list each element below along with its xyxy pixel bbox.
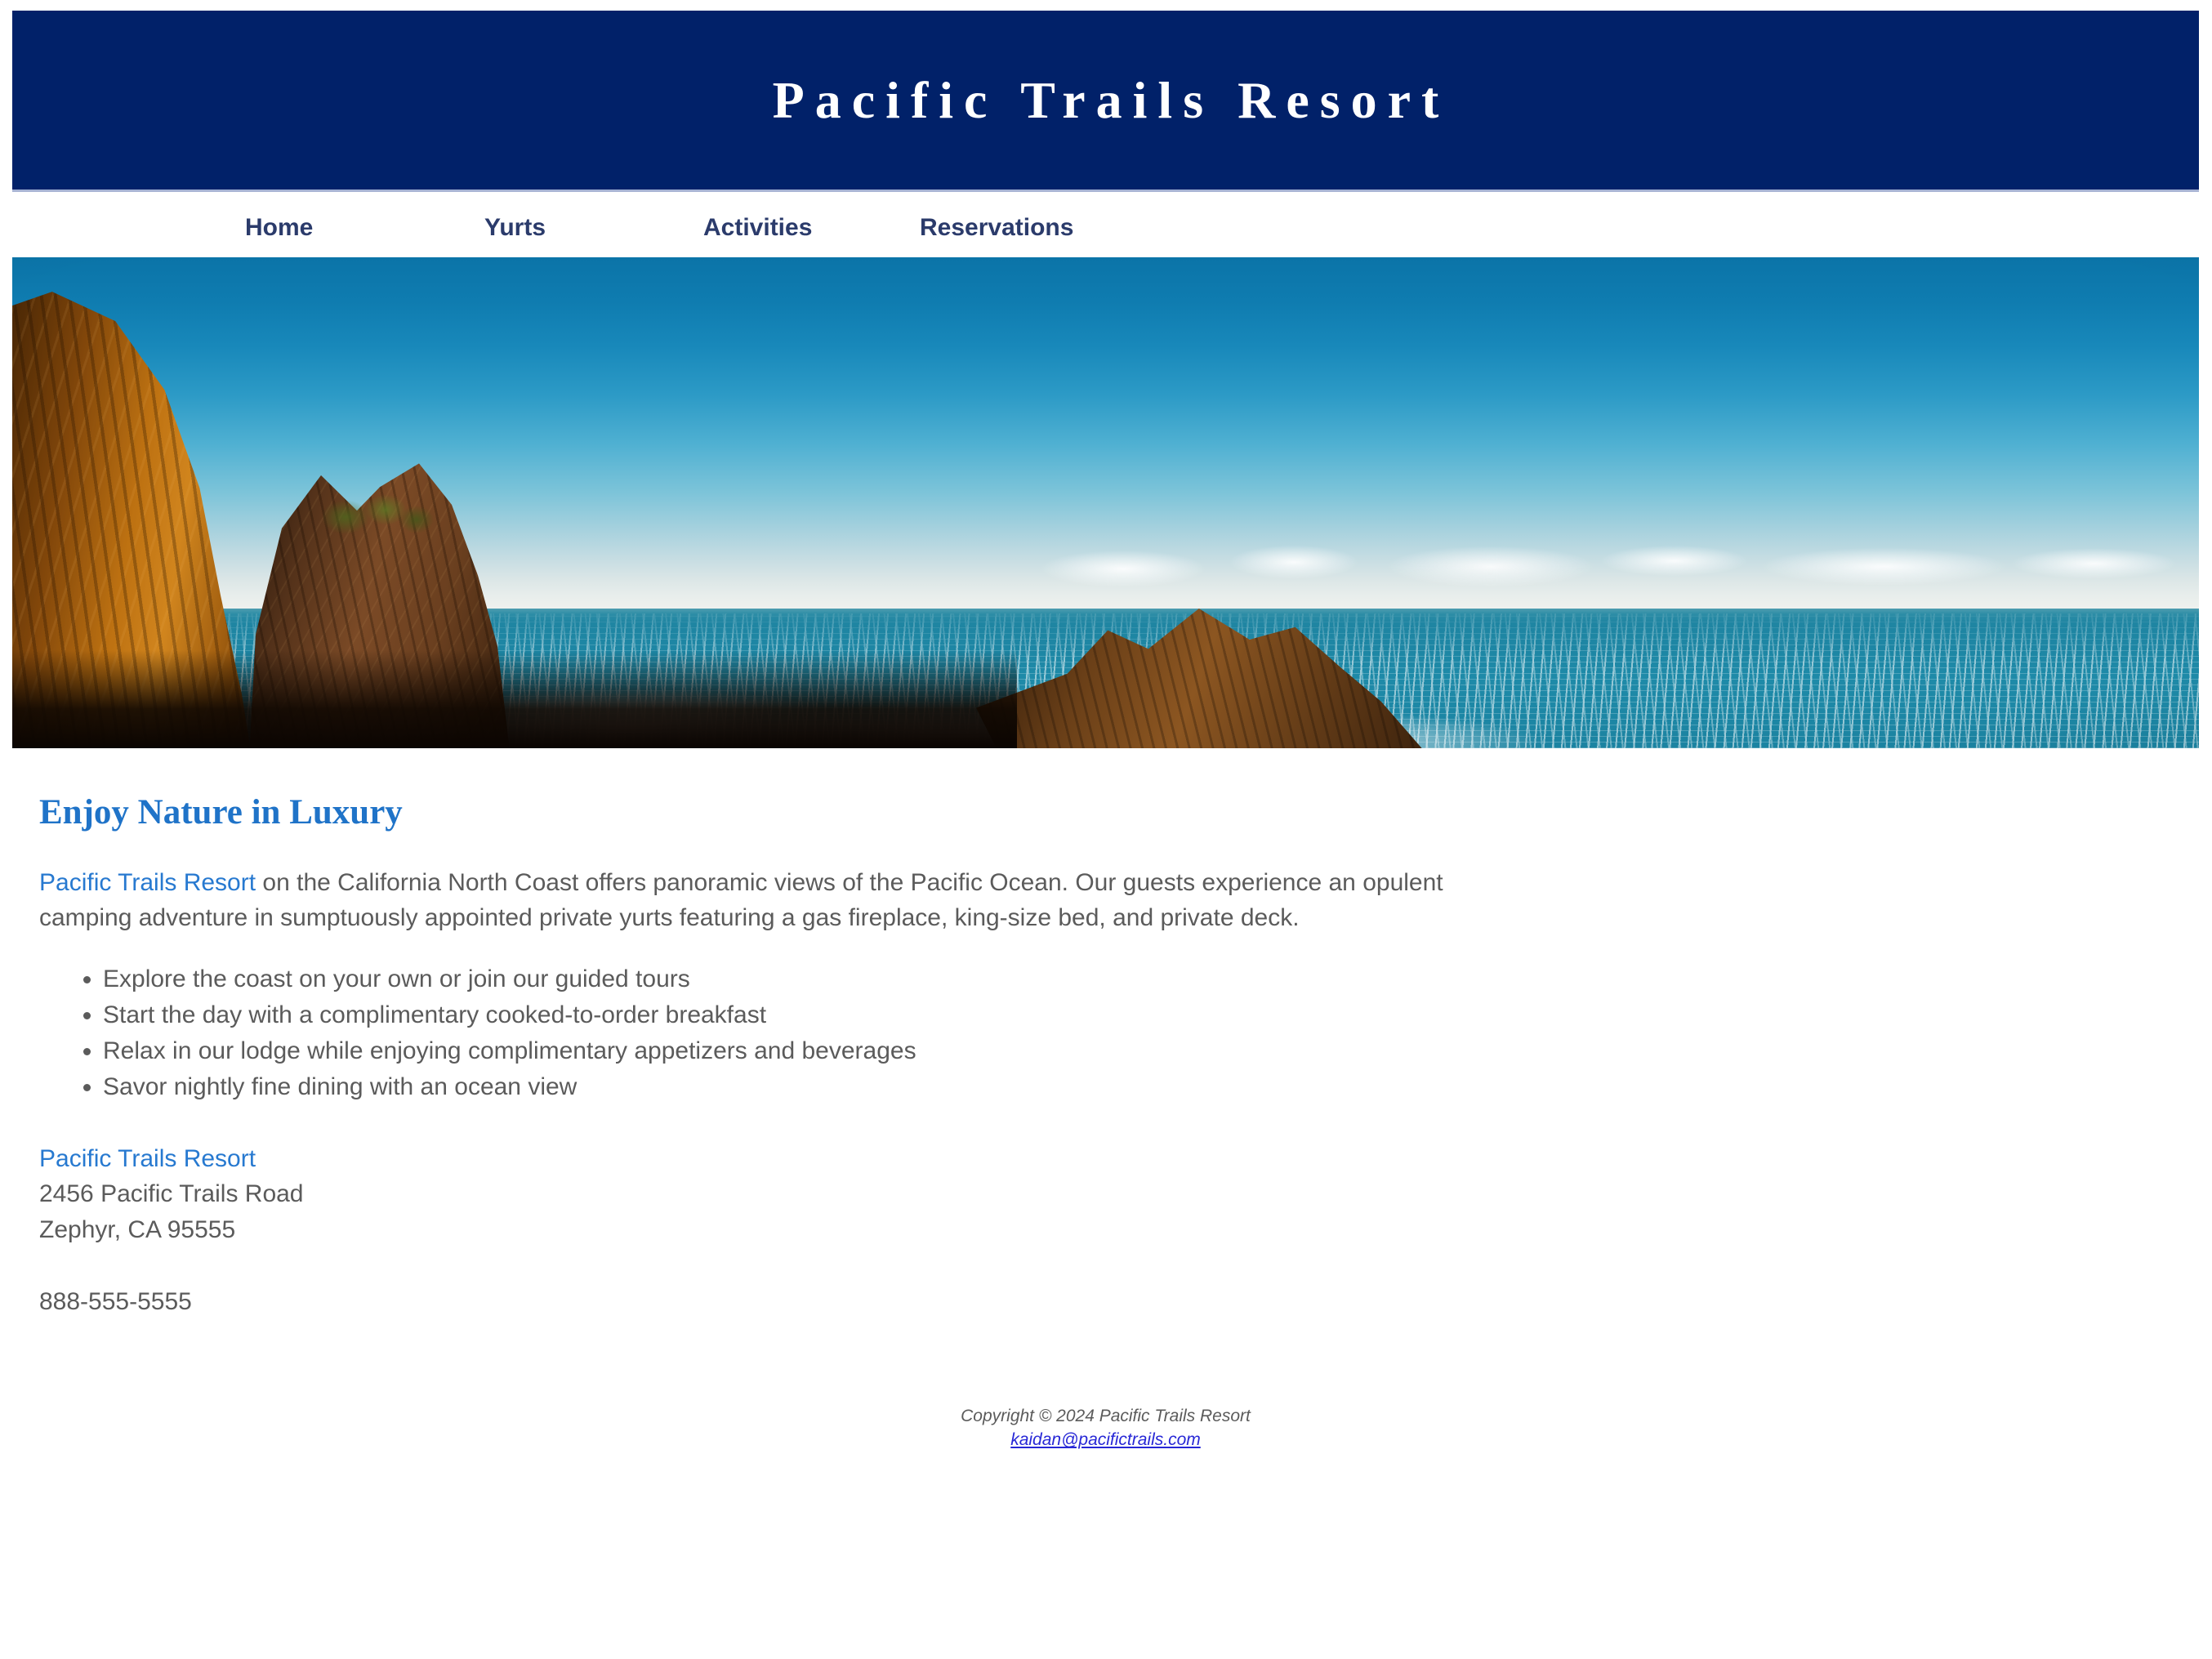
nav-item-home[interactable]: Home (245, 216, 313, 240)
list-item: Start the day with a complimentary cooke… (103, 997, 2199, 1033)
nav-item-reservations[interactable]: Reservations (920, 216, 1073, 240)
contact-phone: 888-555-5555 (39, 1287, 192, 1315)
site-header: Pacific Trails Resort (12, 11, 2199, 192)
contact-street: 2456 Pacific Trails Road (39, 1180, 304, 1208)
resort-home-link[interactable]: Pacific Trails Resort (39, 869, 256, 896)
contact-block: Pacific Trails Resort 2456 Pacific Trail… (39, 1141, 2199, 1320)
list-item: Relax in our lodge while enjoying compli… (103, 1033, 2199, 1069)
contact-email-link[interactable]: kaidan@pacifictrails.com (1010, 1430, 1201, 1449)
intro-paragraph: Pacific Trails Resort on the California … (39, 866, 1461, 935)
site-title: Pacific Trails Resort (772, 70, 1450, 129)
nav-item-yurts[interactable]: Yurts (484, 216, 546, 240)
contact-name: Pacific Trails Resort (39, 1144, 256, 1172)
hero-foreground-shadow (12, 650, 1017, 748)
contact-city-state-zip: Zephyr, CA 95555 (39, 1216, 236, 1244)
copyright-text: Copyright © 2024 Pacific Trails Resort (961, 1406, 1251, 1425)
hero-clouds (886, 542, 2199, 586)
hero-moss (323, 488, 437, 537)
list-item: Explore the coast on your own or join ou… (103, 961, 2199, 997)
page-root: Pacific Trails Resort Home Yurts Activit… (0, 0, 2212, 1659)
main-content: Enjoy Nature in Luxury Pacific Trails Re… (12, 748, 2199, 1320)
nav-item-activities[interactable]: Activities (703, 216, 812, 240)
main-navigation: Home Yurts Activities Reservations (12, 192, 2199, 257)
page-heading: Enjoy Nature in Luxury (39, 793, 403, 832)
hero-image (12, 257, 2199, 748)
feature-list: Explore the coast on your own or join ou… (39, 961, 2199, 1104)
site-footer: Copyright © 2024 Pacific Trails Resort k… (12, 1404, 2199, 1473)
content-wrapper: Pacific Trails Resort Home Yurts Activit… (12, 11, 2199, 1473)
list-item: Savor nightly fine dining with an ocean … (103, 1069, 2199, 1105)
